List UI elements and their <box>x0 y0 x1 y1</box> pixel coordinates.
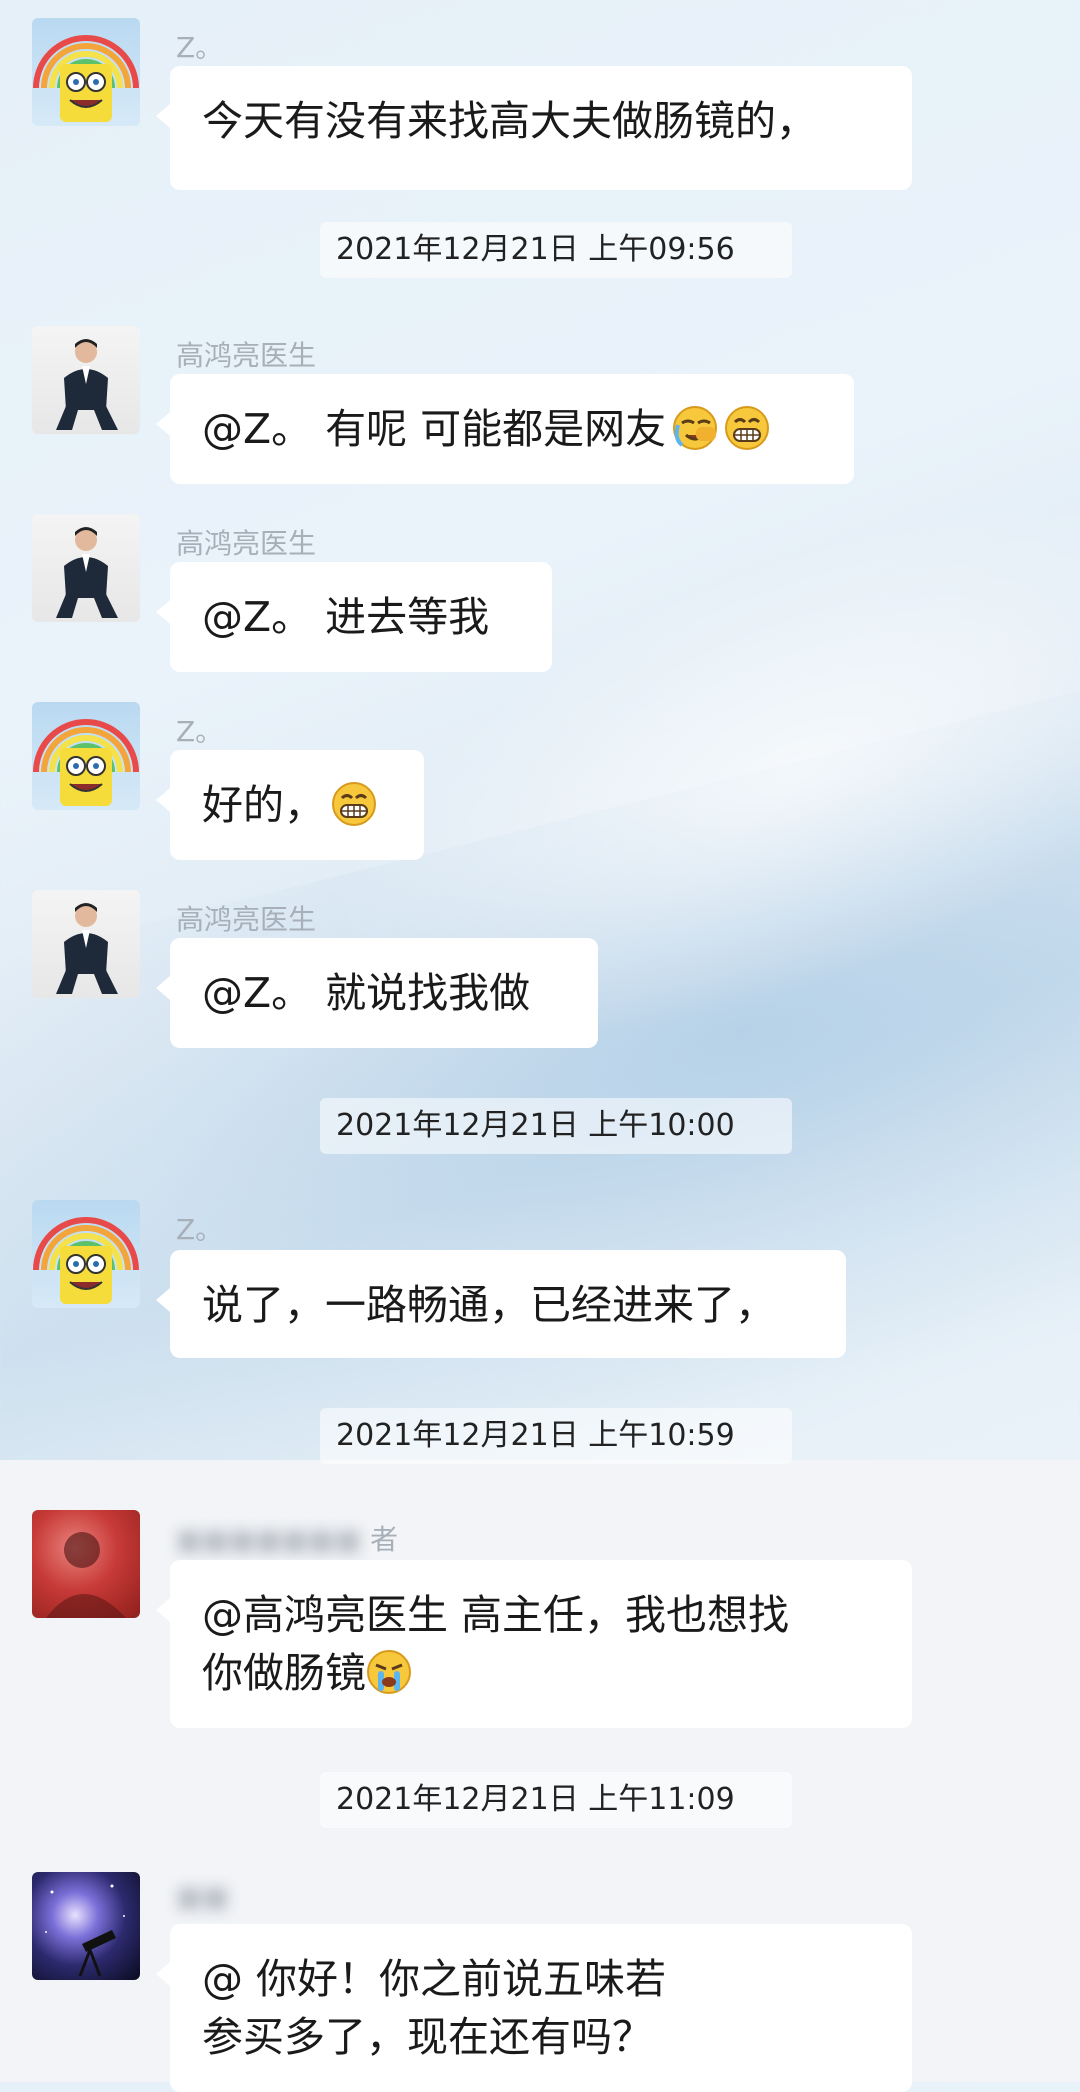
message-bubble[interactable]: @Z。 进去等我 <box>156 562 552 672</box>
sender-name: Z。 <box>176 31 224 64</box>
avatar-spongebob[interactable] <box>32 18 140 126</box>
spongebob-avatar-icon <box>33 719 139 806</box>
message-text: 说了，一路畅通，已经进来了， <box>202 1281 776 1329</box>
sender-name: 高鸿亮医生 <box>176 527 317 560</box>
message-text-line: @Z。 有呢 可能都是网友 <box>202 400 822 458</box>
timestamp: 2021年12月21日 上午11:09 <box>320 1772 792 1828</box>
sender-name: 高鸿亮医生 <box>176 339 317 372</box>
timestamp: 2021年12月21日 上午10:59 <box>320 1408 792 1464</box>
avatar-doctor[interactable] <box>32 514 140 622</box>
grin-emoji-icon <box>725 406 770 450</box>
doctor-avatar-icon <box>56 903 118 994</box>
person-avatar-icon <box>46 1532 126 1618</box>
message-bubble[interactable]: 今天有没有来找高大夫做肠镜的， <box>156 66 912 190</box>
telescope-avatar-icon <box>45 1884 125 1977</box>
doctor-avatar-icon <box>56 339 118 430</box>
avatar-blurred-user[interactable] <box>32 1510 140 1618</box>
sender-name: 高鸿亮医生 <box>176 903 317 936</box>
timestamp: 2021年12月21日 上午10:00 <box>320 1098 792 1154</box>
sender-name: ■■■■■■■ 者 <box>176 1523 399 1556</box>
message-text: 你做肠镜 <box>202 1649 366 1697</box>
avatar-spongebob[interactable] <box>32 1200 140 1308</box>
message-text: 参买多了，现在还有吗？ <box>202 2013 653 2061</box>
spongebob-avatar-icon <box>33 35 139 122</box>
message-text-line: 好的， <box>202 776 392 834</box>
message-bubble[interactable]: 说了，一路畅通，已经进来了， <box>156 1250 846 1358</box>
sender-name: ■■ <box>176 1880 229 1913</box>
message-text: 好的， <box>202 781 325 829</box>
sender-name: Z。 <box>176 1213 224 1246</box>
facepalm-cry-emoji-icon <box>673 406 718 450</box>
cry-emoji-icon <box>367 1650 411 1694</box>
message-text: 今天有没有来找高大夫做肠镜的， <box>202 97 817 145</box>
message-bubble[interactable]: @Z。 就说找我做 <box>156 938 598 1048</box>
message-text: @Z。 就说找我做 <box>202 969 531 1017</box>
sender-name: Z。 <box>176 715 224 748</box>
redacted-name: ■■■■■■■ <box>176 1523 362 1556</box>
message-text: @ 你好！你之前说五味若 <box>202 1955 667 2003</box>
spongebob-avatar-icon <box>33 1217 139 1304</box>
message-bubble[interactable]: @ 你好！你之前说五味若 参买多了，现在还有吗？ <box>156 1924 912 2092</box>
message-text: @Z。 有呢 可能都是网友 <box>202 405 667 453</box>
avatar-doctor[interactable] <box>32 890 140 998</box>
doctor-avatar-icon <box>56 527 118 618</box>
message-bubble[interactable]: @高鸿亮医生 高主任，我也想找 你做肠镜 <box>156 1560 912 1728</box>
message-bubble[interactable]: @Z。 有呢 可能都是网友 <box>156 374 854 484</box>
avatar-doctor[interactable] <box>32 326 140 434</box>
timestamp: 2021年12月21日 上午09:56 <box>320 222 792 278</box>
message-bubble[interactable]: 好的， <box>156 750 424 860</box>
grin-emoji-icon <box>332 782 376 826</box>
redacted-name: ■■ <box>176 1880 229 1913</box>
avatar-space[interactable] <box>32 1872 140 1980</box>
avatar-spongebob[interactable] <box>32 702 140 810</box>
message-text-line: 你做肠镜 <box>202 1644 880 1702</box>
message-text: @高鸿亮医生 高主任，我也想找 <box>202 1591 790 1639</box>
message-text: @Z。 进去等我 <box>202 593 490 641</box>
